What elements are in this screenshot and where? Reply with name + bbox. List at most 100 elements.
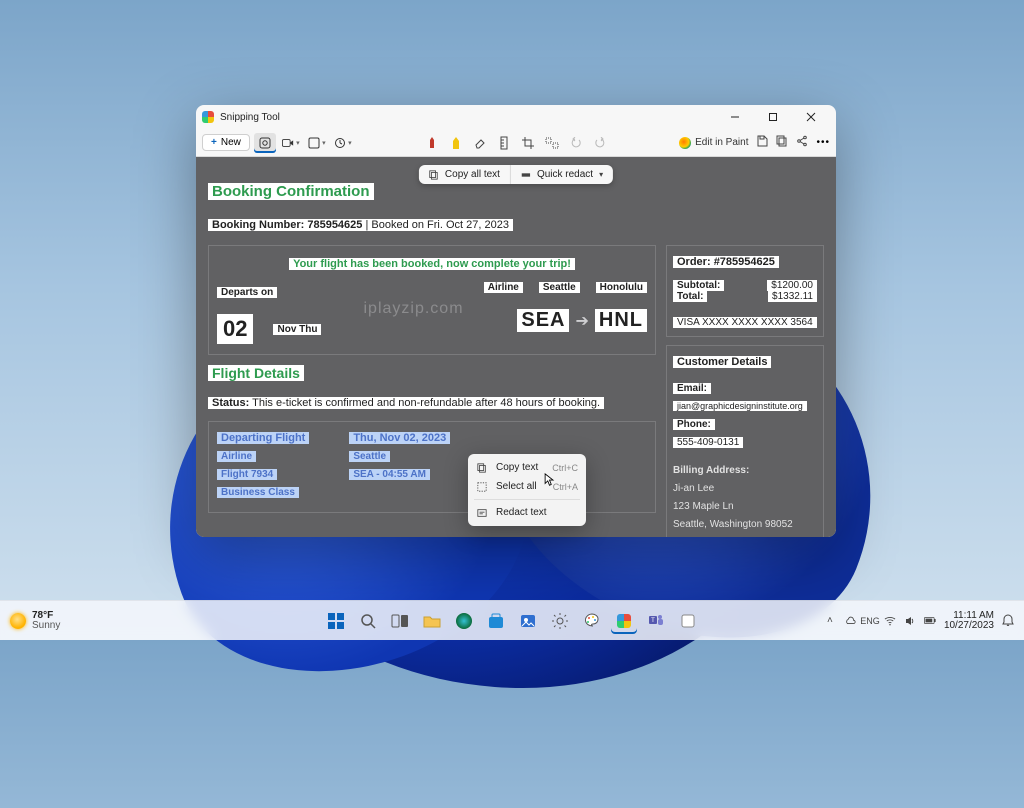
app-snipping-tool[interactable]: [611, 608, 637, 634]
origin-city: Seattle: [539, 282, 580, 293]
ctx-select-shortcut: Ctrl+A: [553, 482, 578, 492]
onedrive-icon[interactable]: [844, 615, 856, 627]
origin-code: SEA: [517, 309, 569, 332]
app-paint[interactable]: [579, 608, 605, 634]
status-line: Status: This e-ticket is confirmed and n…: [208, 397, 604, 409]
taskbar[interactable]: 78°F Sunny T ˄ ENG 11:11 AM 10/27/2023: [0, 600, 1024, 640]
toolbar: +New Edit in Paint •••: [196, 129, 836, 157]
quick-redact-button[interactable]: Quick redact▾: [511, 165, 613, 184]
ctx-select-label: Select all: [496, 481, 537, 492]
airline-name: Airline: [217, 451, 256, 462]
customer-street: 123 Maple Ln: [673, 501, 734, 512]
ctx-redact-text[interactable]: Redact text: [468, 503, 586, 522]
trip-summary-panel: Your flight has been booked, now complet…: [208, 245, 656, 355]
language-indicator[interactable]: ENG: [864, 615, 876, 627]
close-button[interactable]: [792, 105, 830, 129]
maximize-button[interactable]: [754, 105, 792, 129]
redact-icon: [476, 508, 488, 518]
delay-button[interactable]: [332, 133, 354, 153]
edit-in-paint-label: Edit in Paint: [695, 137, 748, 148]
departing-flight-panel: Departing Flight Airline Flight 7934 Bus…: [208, 421, 656, 513]
snip-mode-rect-button[interactable]: [254, 133, 276, 153]
window-controls: [716, 105, 830, 129]
new-snip-button[interactable]: +New: [202, 134, 250, 151]
shape-mode-button[interactable]: [306, 133, 328, 153]
customer-details-title: Customer Details: [673, 356, 771, 368]
weather-widget[interactable]: 78°F Sunny: [10, 611, 60, 631]
app-photos[interactable]: [515, 608, 541, 634]
app-teams[interactable]: T: [643, 608, 669, 634]
ctx-select-all[interactable]: Select all Ctrl+A: [468, 477, 586, 496]
subtotal-value: $1200.00: [767, 280, 817, 291]
share-icon[interactable]: [796, 135, 808, 150]
task-view-button[interactable]: [387, 608, 413, 634]
departs-on-label: Departs on: [217, 287, 277, 298]
pen-red-icon[interactable]: [425, 136, 439, 150]
annotate-tools: [425, 136, 607, 150]
text-actions-icon[interactable]: [545, 136, 559, 150]
customer-citystate: Seattle, Washington 98052: [673, 519, 793, 530]
copy-icon[interactable]: [776, 135, 788, 150]
depart-month-weekday: Nov Thu: [273, 324, 321, 335]
app-store[interactable]: [483, 608, 509, 634]
app-edge[interactable]: [451, 608, 477, 634]
redo-icon[interactable]: [593, 136, 607, 150]
more-icon[interactable]: •••: [816, 137, 830, 148]
banner: Your flight has been booked, now complet…: [289, 258, 575, 270]
copy-all-text-label: Copy all text: [445, 169, 500, 180]
booking-confirmation-title: Booking Confirmation: [208, 183, 374, 200]
depart-day: 02: [217, 314, 253, 344]
volume-icon[interactable]: [904, 615, 916, 627]
app-explorer[interactable]: [419, 608, 445, 634]
order-sidebar: Order: #785954625 Subtotal: $1200.00 Tot…: [666, 245, 824, 537]
depart-city: Seattle: [349, 451, 390, 462]
wifi-icon[interactable]: [884, 615, 896, 627]
eraser-icon[interactable]: [473, 136, 487, 150]
battery-icon[interactable]: [924, 615, 936, 627]
app-generic[interactable]: [675, 608, 701, 634]
search-button[interactable]: [355, 608, 381, 634]
customer-panel: Customer Details Email: jian@graphicdesi…: [666, 345, 824, 537]
customer-name: Ji-an Lee: [673, 483, 714, 494]
customer-phone: 555-409-0131: [673, 437, 743, 448]
order-number: Order: #785954625: [673, 256, 779, 268]
ctx-copy-text[interactable]: Copy textCtrl+C: [468, 458, 586, 477]
highlighter-icon[interactable]: [449, 136, 463, 150]
start-button[interactable]: [323, 608, 349, 634]
app-title: Snipping Tool: [220, 112, 280, 123]
taskbar-apps: T: [323, 608, 701, 634]
clock[interactable]: 11:11 AM 10/27/2023: [944, 611, 994, 631]
phone-label: Phone:: [673, 419, 715, 430]
copy-all-text-button[interactable]: Copy all text: [419, 165, 510, 184]
edit-in-paint-button[interactable]: Edit in Paint: [679, 137, 748, 149]
system-tray: ˄ ENG 11:11 AM 10/27/2023: [824, 611, 1014, 631]
booking-number-line: Booking Number: 785954625 | Booked on Fr…: [208, 219, 513, 231]
notifications-icon[interactable]: [1002, 615, 1014, 627]
arrow-right-icon: ➔: [575, 311, 588, 331]
ruler-icon[interactable]: [497, 136, 511, 150]
card-masked: VISA XXXX XXXX XXXX 3564: [673, 317, 817, 328]
total-label: Total:: [673, 291, 707, 302]
minimize-button[interactable]: [716, 105, 754, 129]
tray-time: 11:11 AM: [944, 611, 994, 621]
copy-icon: [476, 463, 488, 473]
flight-details-title: Flight Details: [208, 365, 304, 381]
quick-redact-label: Quick redact: [537, 169, 593, 180]
save-icon[interactable]: [756, 135, 768, 150]
dest-city: Honolulu: [596, 282, 647, 293]
svg-text:T: T: [651, 618, 655, 624]
chevron-up-icon[interactable]: ˄: [824, 615, 836, 627]
record-mode-button[interactable]: [280, 133, 302, 153]
dest-code: HNL: [595, 309, 647, 332]
ctx-redact-label: Redact text: [496, 507, 547, 518]
billing-address-label: Billing Address:: [673, 465, 749, 476]
text-context-menu: Copy textCtrl+C Select all Ctrl+A Redact …: [468, 454, 586, 526]
app-settings[interactable]: [547, 608, 573, 634]
crop-icon[interactable]: [521, 136, 535, 150]
sun-icon: [10, 613, 26, 629]
paint-icon: [679, 137, 691, 149]
ctx-copy-label: Copy text: [496, 462, 538, 473]
departing-flight-label: Departing Flight: [217, 432, 309, 444]
depart-time: SEA - 04:55 AM: [349, 469, 430, 480]
undo-icon[interactable]: [569, 136, 583, 150]
